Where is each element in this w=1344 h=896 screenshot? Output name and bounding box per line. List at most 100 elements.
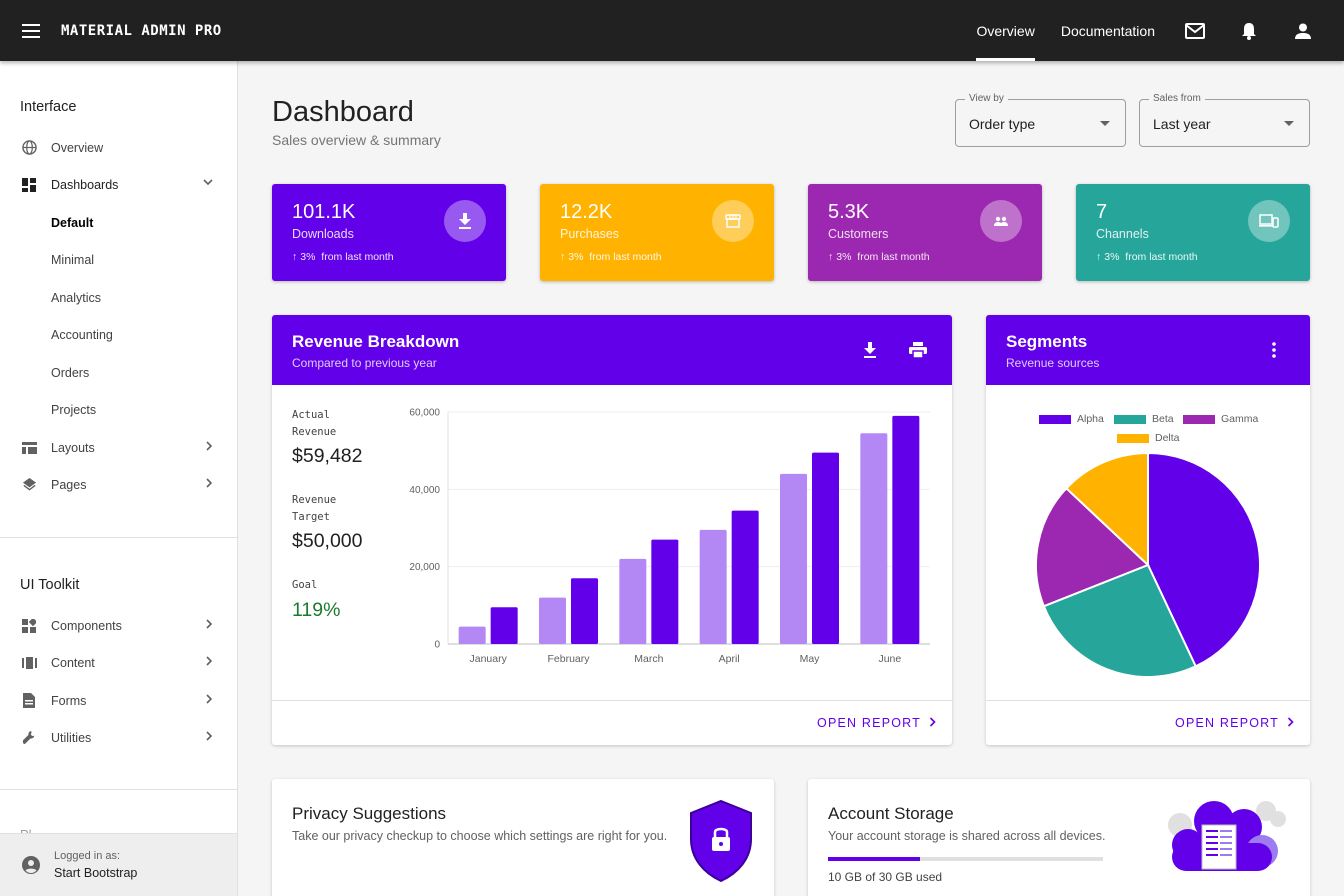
sidebar-item-dashboards[interactable]: Dashboards <box>0 166 237 203</box>
sidebar-item-content[interactable]: Content <box>0 644 237 681</box>
page-subtitle: Sales overview & summary <box>272 132 441 148</box>
chevron-right-icon <box>206 441 213 451</box>
bar-april-series-2 <box>731 510 759 644</box>
sidebar-item-overview[interactable]: Overview <box>0 129 237 166</box>
chevron-down-icon <box>203 179 213 186</box>
x-tick-label: June <box>878 653 901 665</box>
people-icon <box>980 200 1022 242</box>
menu-button[interactable] <box>0 0 61 61</box>
brand-title[interactable]: MATERIAL ADMIN PRO <box>61 23 222 39</box>
arrow-up-icon: ↑ <box>1096 251 1102 263</box>
bell-icon <box>1242 22 1256 40</box>
nav-documentation[interactable]: Documentation <box>1048 0 1168 61</box>
widgets-icon <box>21 618 37 634</box>
person-icon <box>1295 23 1311 39</box>
x-tick-label: May <box>800 653 821 665</box>
top-app-bar: MATERIAL ADMIN PRO Overview Documentatio… <box>0 0 1344 61</box>
legend-item-delta: Delta <box>1117 432 1180 444</box>
stat-trend: ↑ 3% from last month <box>292 251 394 263</box>
sidebar-heading-interface: Interface <box>20 99 77 115</box>
bar-june-series-2 <box>892 415 920 644</box>
chevron-right-icon <box>929 716 936 730</box>
account-storage-card: Account Storage Your account storage is … <box>808 779 1310 896</box>
card-header: Segments Revenue sources <box>986 315 1310 385</box>
sidebar-item-label: Components <box>51 618 122 633</box>
cloud-storage-illustration <box>1168 801 1286 871</box>
select-value: Last year <box>1153 116 1211 132</box>
view-by-select[interactable]: View by Order type <box>955 93 1126 147</box>
bar-february-series-1 <box>539 597 566 644</box>
sidebar-subitem-projects[interactable]: Projects <box>0 391 237 428</box>
print-icon[interactable] <box>909 342 927 358</box>
stat-label: Channels <box>1096 227 1149 241</box>
select-label: View by <box>965 93 1008 104</box>
stat-card-customers[interactable]: 5.3K Customers ↑ 3% from last month <box>808 184 1042 281</box>
globe-icon <box>21 140 37 156</box>
stat-value: 12.2K <box>560 201 613 223</box>
open-report-link[interactable]: OPEN REPORT <box>1175 716 1294 730</box>
legend-item-gamma: Gamma <box>1183 413 1258 425</box>
metric-label: Goal <box>292 579 318 591</box>
metric-value: $59,482 <box>292 445 363 467</box>
arrow-up-icon: ↑ <box>560 251 566 263</box>
bar-may-series-2 <box>812 452 839 644</box>
sidebar-item-components[interactable]: Components <box>0 607 237 644</box>
stat-value: 7 <box>1096 201 1108 223</box>
account-button[interactable] <box>1276 0 1330 61</box>
x-tick-label: February <box>547 653 590 665</box>
chevron-right-icon <box>206 694 213 704</box>
card-text: Your account storage is shared across al… <box>828 829 1106 843</box>
sidebar-item-pages[interactable]: Pages <box>0 466 237 503</box>
arrow-up-icon: ↑ <box>828 251 834 263</box>
metric-label: Actual Revenue <box>292 409 337 438</box>
card-text: Take our privacy checkup to choose which… <box>292 829 668 843</box>
privacy-suggestions-card: Privacy Suggestions Take our privacy che… <box>272 779 774 896</box>
stat-card-purchases[interactable]: 12.2K Purchases ↑ 3% from last month <box>540 184 774 281</box>
stat-label: Customers <box>828 227 889 241</box>
dashboard-icon <box>21 177 37 193</box>
card-title: Revenue Breakdown <box>292 332 460 351</box>
sidebar-item-utilities[interactable]: Utilities <box>0 719 237 756</box>
sidebar: Interface Overview Dashboards Default Mi… <box>0 61 238 896</box>
metric-value: 119% <box>292 599 341 621</box>
caret-down-icon <box>1100 121 1110 126</box>
stat-card-downloads[interactable]: 101.1K Downloads ↑ 3% from last month <box>272 184 506 281</box>
sidebar-subitem-minimal[interactable]: Minimal <box>0 241 237 278</box>
legend-item-beta: Beta <box>1114 413 1174 425</box>
more-vert-icon[interactable] <box>1272 342 1276 358</box>
select-label: Sales from <box>1149 93 1205 104</box>
top-nav: Overview Documentation <box>963 0 1344 61</box>
sidebar-subitem-orders[interactable]: Orders <box>0 354 237 391</box>
bar-march-series-2 <box>651 539 679 644</box>
arrow-up-icon: ↑ <box>292 251 298 263</box>
sidebar-subitem-accounting[interactable]: Accounting <box>0 316 237 353</box>
download-icon[interactable] <box>863 342 877 358</box>
stat-card-channels[interactable]: 7 Channels ↑ 3% from last month <box>1076 184 1310 281</box>
storage-used-text: 10 GB of 30 GB used <box>828 870 943 884</box>
notifications-button[interactable] <box>1222 0 1276 61</box>
nav-overview[interactable]: Overview <box>963 0 1047 61</box>
x-tick-label: March <box>634 653 663 665</box>
devices-icon <box>1248 200 1290 242</box>
stat-label: Downloads <box>292 227 354 241</box>
x-tick-label: January <box>469 653 507 665</box>
sales-from-select[interactable]: Sales from Last year <box>1139 93 1310 147</box>
sidebar-subitem-analytics[interactable]: Analytics <box>0 279 237 316</box>
bar-january-series-2 <box>490 607 518 644</box>
storefront-icon <box>712 200 754 242</box>
menu-icon <box>21 23 40 38</box>
sidebar-item-forms[interactable]: Forms <box>0 682 237 719</box>
sidebar-subitem-default[interactable]: Default <box>0 204 237 241</box>
open-report-link[interactable]: OPEN REPORT <box>817 716 936 730</box>
sidebar-item-label: Content <box>51 655 95 670</box>
sidebar-item-label: Dashboards <box>51 177 119 192</box>
metric-label: Revenue Target <box>292 494 337 523</box>
y-tick-label: 20,000 <box>409 562 440 573</box>
y-tick-label: 0 <box>434 640 440 651</box>
sidebar-item-layouts[interactable]: Layouts <box>0 429 237 466</box>
stat-value: 5.3K <box>828 201 870 223</box>
stat-trend: ↑ 3% from last month <box>1096 251 1198 263</box>
messages-button[interactable] <box>1168 0 1222 61</box>
sidebar-item-label: Utilities <box>51 730 92 745</box>
segments-card: Segments Revenue sources Alpha Beta Gamm… <box>986 315 1310 745</box>
